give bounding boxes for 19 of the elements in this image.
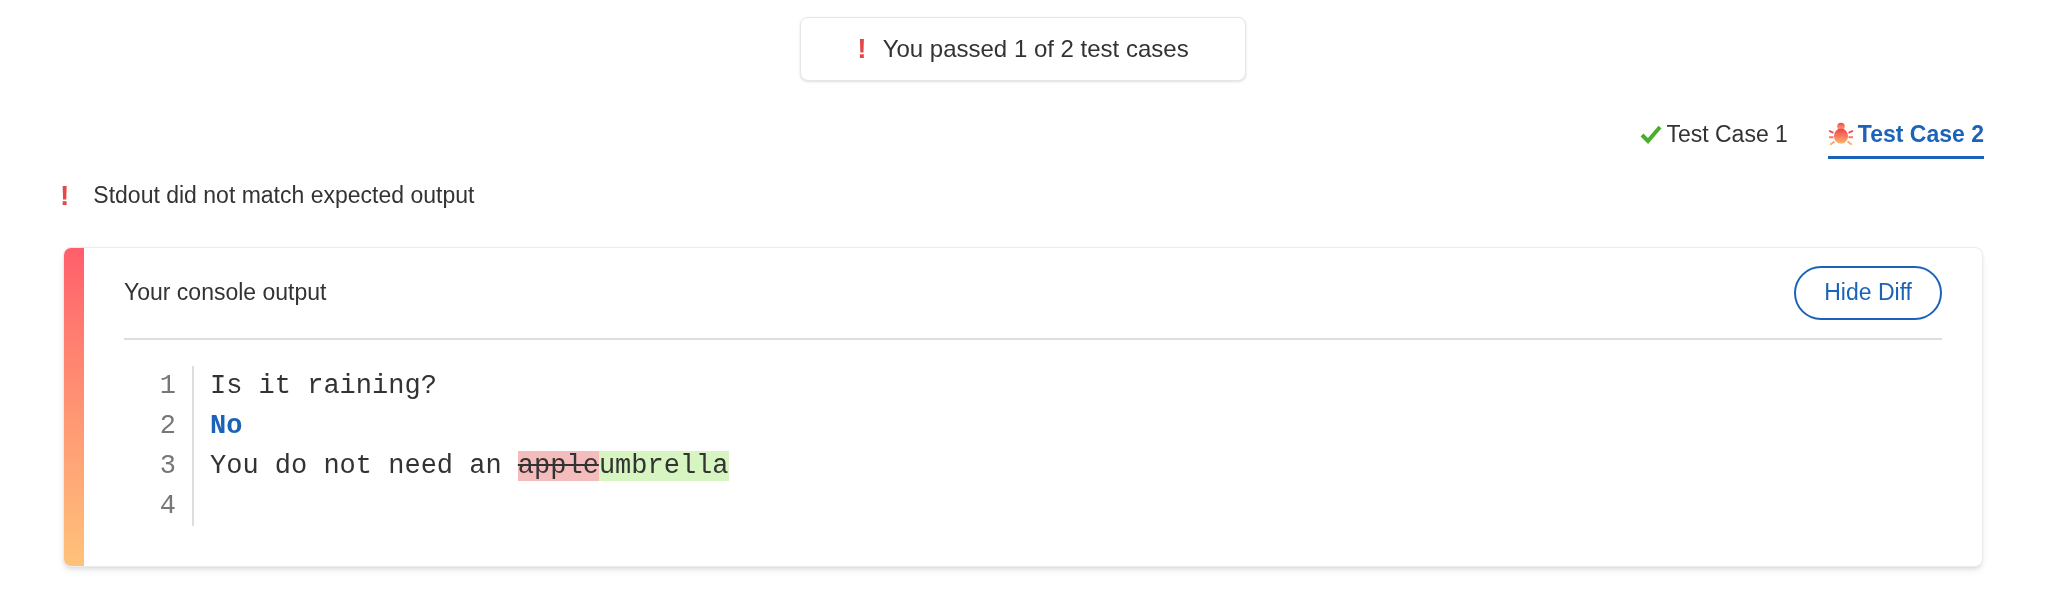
code-text: You do not need an xyxy=(210,450,503,481)
hide-diff-button[interactable]: Hide Diff xyxy=(1794,265,1942,320)
removed-text: apple xyxy=(517,450,599,481)
banner-text: You passed 1 of 2 test cases xyxy=(882,34,1189,64)
test-case-tab[interactable]: Test Case 1 xyxy=(1640,117,1788,159)
check-icon xyxy=(1640,124,1663,145)
line-number: 2 xyxy=(159,409,176,443)
line-number: 3 xyxy=(159,449,176,483)
added-text: umbrella xyxy=(598,450,729,481)
bug-icon xyxy=(1827,121,1854,148)
code-text: Is it raining? xyxy=(210,370,437,401)
console-title: Your console output xyxy=(124,278,327,308)
exclamation-mark: ! xyxy=(857,32,867,66)
line-number: 1 xyxy=(159,369,176,403)
exclamation-mark: ! xyxy=(60,178,70,213)
test-case-tab[interactable]: Test Case 2 xyxy=(1827,117,1984,159)
code-keyword: No xyxy=(210,410,243,441)
error-message: Stdout did not match expected output xyxy=(93,181,475,211)
line-number: 4 xyxy=(159,489,176,523)
